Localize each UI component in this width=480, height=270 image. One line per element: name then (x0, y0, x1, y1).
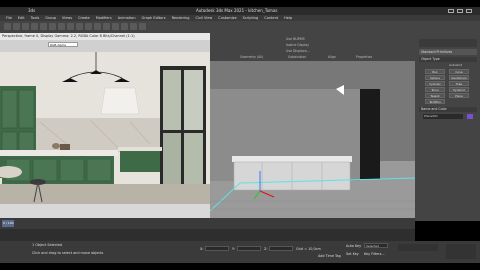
app-short-title: 3ds (28, 8, 36, 13)
z-coordinate-field[interactable] (269, 246, 293, 251)
auto-key-button[interactable]: Auto Key (346, 244, 361, 248)
tube-button[interactable]: Tube (449, 81, 469, 86)
window-title: Autodesk 3ds Max 2021 - kitchen_Tomas (196, 8, 278, 13)
command-panel: Standard Primitives Object Type AutoGrid… (415, 33, 480, 221)
viewport-navigation[interactable] (446, 244, 476, 259)
ribbon-group-properties[interactable]: Properties (356, 55, 372, 59)
select-by-name-icon[interactable] (49, 23, 56, 30)
title-bar: 3ds Autodesk 3ds Max 2021 - kitchen_Toma… (0, 7, 480, 15)
object-name-field[interactable]: Plane001 (423, 114, 463, 119)
scale-icon[interactable] (76, 23, 83, 30)
pyramid-button[interactable]: Pyramid (449, 87, 469, 92)
render-icon[interactable] (139, 23, 146, 30)
cone-button[interactable]: Cone (449, 69, 469, 74)
letterbox-top (0, 0, 480, 7)
move-icon[interactable] (58, 23, 65, 30)
textplus-button[interactable]: TextPlus (425, 99, 445, 104)
y-coordinate-field[interactable] (237, 246, 261, 251)
window-controls (448, 7, 476, 15)
teapot-button[interactable]: Teapot (425, 93, 445, 98)
viewport-scene (210, 61, 415, 218)
track-bar[interactable] (0, 229, 415, 241)
main-toolbar (0, 21, 480, 33)
mirror-icon[interactable] (94, 23, 101, 30)
align-icon[interactable] (103, 23, 110, 30)
category-dropdown[interactable]: Standard Primitives (419, 49, 477, 55)
geosphere-button[interactable]: GeoSphere (449, 75, 469, 80)
ribbon-checkbox-isoline[interactable]: Isoline Display (286, 43, 309, 47)
command-panel-tabs[interactable] (419, 39, 477, 47)
plane-button[interactable]: Plane (449, 93, 469, 98)
material-editor-icon[interactable] (121, 23, 128, 30)
minimize-icon[interactable] (448, 9, 454, 13)
ribbon-checkbox-displace[interactable]: Use Displace... (286, 49, 310, 53)
rotate-icon[interactable] (67, 23, 74, 30)
name-color-rollout[interactable]: Name and Color (419, 107, 477, 112)
render-window-toolbar (0, 40, 210, 52)
modeling-ribbon: Use NURMS Isoline Display Use Displace..… (210, 33, 415, 61)
key-filters-button[interactable]: Key Filters... (364, 252, 385, 256)
link-icon[interactable] (22, 23, 29, 30)
frame-counter: 0 / 100 (3, 221, 14, 225)
cylinder-button[interactable]: Cylinder (425, 81, 445, 86)
layer-icon[interactable] (112, 23, 119, 30)
x-label: X: (200, 247, 204, 251)
undo-icon[interactable] (4, 23, 11, 30)
rendered-image (0, 52, 210, 204)
ribbon-group-subdivision[interactable]: Subdivision (288, 55, 306, 59)
ribbon-group-geometry[interactable]: Geometry (All) (240, 55, 263, 59)
key-mode-dropdown[interactable]: Selected (364, 243, 388, 248)
object-type-rollout[interactable]: Object Type (419, 57, 477, 62)
perspective-viewport[interactable] (210, 61, 415, 218)
status-bar: 1 Object Selected Click and drag to sele… (0, 241, 480, 263)
channel-dropdown[interactable]: RGB Alpha (48, 42, 78, 47)
playback-controls[interactable] (398, 244, 438, 251)
render-window-footer (0, 204, 210, 218)
redo-icon[interactable] (13, 23, 20, 30)
unlink-icon[interactable] (31, 23, 38, 30)
sphere-button[interactable]: Sphere (425, 75, 445, 80)
render-window-title: Perspective, frame 0, Display Gamma: 2.2… (0, 33, 210, 40)
ribbon-group-align[interactable]: Align (328, 55, 336, 59)
kitchen-render-illustration (0, 52, 210, 204)
box-button[interactable]: Box (425, 69, 445, 74)
y-label: Y: (232, 247, 235, 251)
add-time-tag[interactable]: Add Time Tag (318, 254, 341, 258)
snap-icon[interactable] (85, 23, 92, 30)
autogrid-checkbox[interactable]: AutoGrid (449, 63, 462, 67)
object-color-swatch[interactable] (467, 114, 473, 119)
grid-size: Grid = 10,0cm (296, 247, 321, 251)
ribbon-checkbox-nurms[interactable]: Use NURMS (286, 37, 305, 41)
close-icon[interactable] (466, 9, 472, 13)
selection-status: 1 Object Selected (32, 243, 63, 247)
select-icon[interactable] (40, 23, 47, 30)
z-label: Z: (264, 247, 268, 251)
maximize-icon[interactable] (457, 9, 463, 13)
letterbox-bottom (0, 263, 480, 270)
render-setup-icon[interactable] (130, 23, 137, 30)
time-slider[interactable]: 0 / 100 (0, 218, 415, 229)
prompt-line: Click and drag to select and move object… (32, 251, 104, 255)
set-key-button[interactable]: Set Key (346, 252, 359, 256)
torus-button[interactable]: Torus (425, 87, 445, 92)
x-coordinate-field[interactable] (205, 246, 229, 251)
